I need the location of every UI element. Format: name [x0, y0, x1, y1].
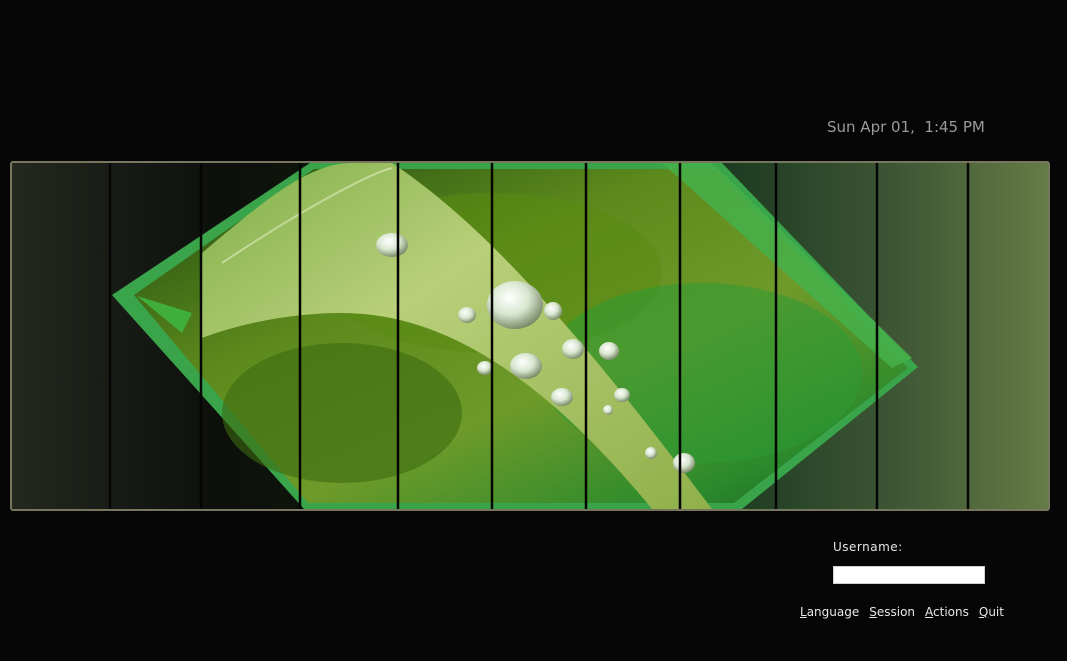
grass-blade-icon: [12, 163, 1048, 509]
actions-menu-button[interactable]: Actions: [925, 605, 969, 619]
language-label: anguage: [806, 605, 860, 619]
actions-label: ctions: [933, 605, 969, 619]
quit-mnemonic: Q: [978, 605, 989, 619]
clock-display: Sun Apr 01, 1:45 PM: [827, 118, 985, 136]
username-input[interactable]: [833, 566, 985, 584]
language-menu-button[interactable]: Language: [800, 605, 859, 619]
wallpaper-banner: [10, 161, 1050, 511]
login-menu-bar: Language Session Actions Quit: [800, 605, 1004, 619]
quit-label: uit: [988, 605, 1004, 619]
session-label: ession: [876, 605, 916, 619]
session-mnemonic: S: [869, 605, 877, 619]
quit-menu-button[interactable]: Quit: [979, 605, 1004, 619]
session-menu-button[interactable]: Session: [869, 605, 915, 619]
username-label: Username:: [833, 540, 903, 554]
actions-mnemonic: A: [925, 605, 934, 619]
login-screen: Sun Apr 01, 1:45 PM Username: Language S…: [0, 0, 1067, 661]
language-mnemonic: L: [800, 605, 807, 619]
